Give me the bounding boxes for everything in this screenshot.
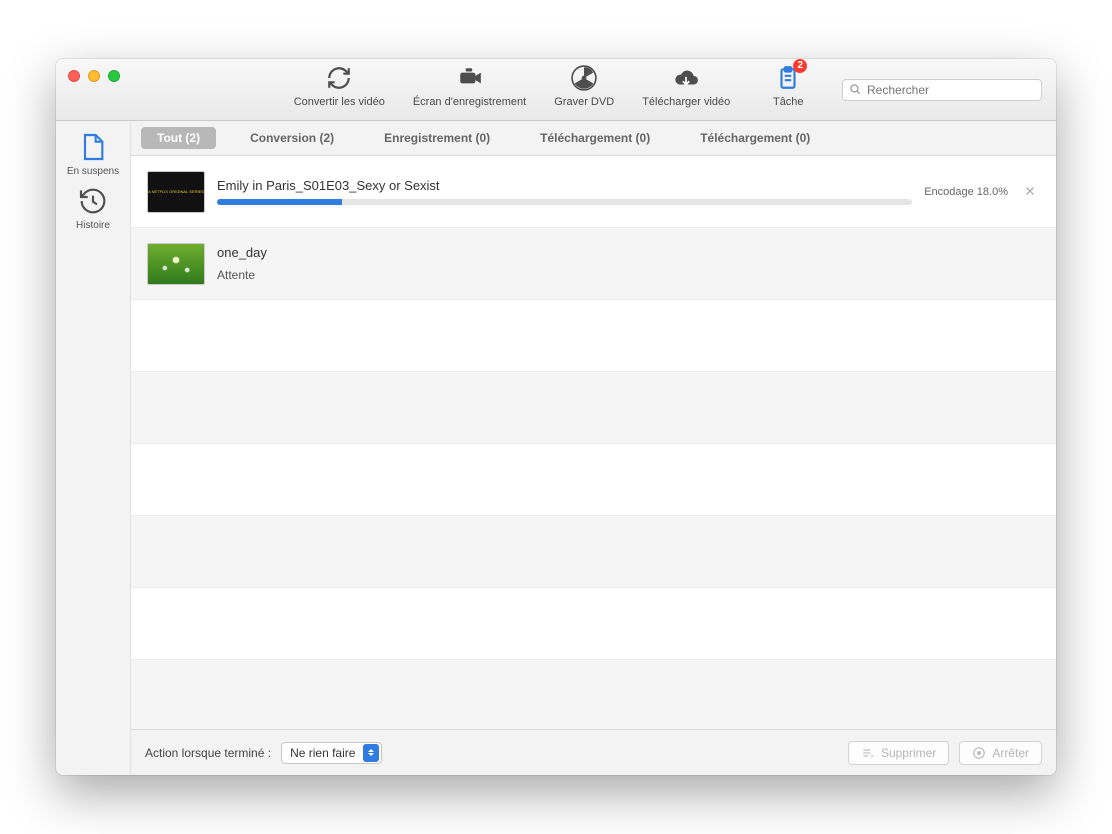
- thumbnail: A NETFLIX ORIGINAL SERIES: [147, 171, 205, 213]
- empty-row: [131, 660, 1056, 729]
- close-icon: [1024, 185, 1036, 197]
- app-window: Convertir les vidéo Écran d'enregistreme…: [56, 59, 1056, 775]
- history-icon: [77, 185, 109, 217]
- cloud-download-icon: [671, 63, 701, 93]
- empty-row: [131, 588, 1056, 660]
- sidebar: En suspens Histoire: [56, 121, 131, 775]
- empty-row: [131, 300, 1056, 372]
- cancel-task-button[interactable]: [1020, 180, 1040, 204]
- screen-record-button[interactable]: Écran d'enregistrement: [413, 63, 526, 108]
- convert-video-button[interactable]: Convertir les vidéo: [294, 63, 385, 108]
- search-input[interactable]: [842, 79, 1042, 101]
- task-substatus: Attente: [217, 268, 1040, 282]
- task-button[interactable]: 2 Tâche: [758, 63, 818, 108]
- task-status: Encodage 18.0%: [924, 186, 1008, 198]
- search-container: [842, 79, 1042, 101]
- tab-all[interactable]: Tout (2): [141, 127, 216, 149]
- file-icon: [77, 131, 109, 163]
- select-value: Ne rien faire: [290, 746, 355, 760]
- list-minus-icon: [861, 746, 875, 760]
- sidebar-item-label: En suspens: [67, 166, 119, 177]
- toolbar-label: Convertir les vidéo: [294, 96, 385, 108]
- delete-button[interactable]: Supprimer: [848, 741, 949, 765]
- progress-fill: [217, 199, 342, 205]
- footer: Action lorsque terminé : Ne rien faire S…: [131, 729, 1056, 775]
- close-window-button[interactable]: [68, 70, 80, 82]
- refresh-icon: [324, 63, 354, 93]
- task-row[interactable]: one_day Attente: [131, 228, 1056, 300]
- minimize-window-button[interactable]: [88, 70, 100, 82]
- thumbnail: [147, 243, 205, 285]
- chevron-updown-icon: [363, 744, 379, 762]
- sidebar-item-pending[interactable]: En suspens: [67, 131, 119, 177]
- progress-bar: [217, 199, 912, 205]
- tab-conversion[interactable]: Conversion (2): [234, 127, 350, 149]
- zoom-window-button[interactable]: [108, 70, 120, 82]
- window-controls: [56, 59, 132, 93]
- main-panel: Tout (2) Conversion (2) Enregistrement (…: [131, 121, 1056, 775]
- stop-button[interactable]: Arrêter: [959, 741, 1042, 765]
- sidebar-item-history[interactable]: Histoire: [76, 185, 110, 231]
- toolbar-label: Tâche: [773, 96, 804, 108]
- tab-record[interactable]: Enregistrement (0): [368, 127, 506, 149]
- task-badge: 2: [793, 59, 807, 73]
- stop-icon: [972, 746, 986, 760]
- download-video-button[interactable]: Télécharger vidéo: [642, 63, 730, 108]
- toolbar-label: Graver DVD: [554, 96, 614, 108]
- tabs: Tout (2) Conversion (2) Enregistrement (…: [131, 121, 1056, 156]
- empty-row: [131, 372, 1056, 444]
- toolbar-label: Écran d'enregistrement: [413, 96, 526, 108]
- radiation-icon: [569, 63, 599, 93]
- action-when-done-select[interactable]: Ne rien faire: [281, 742, 382, 764]
- clipboard-icon: 2: [773, 63, 803, 93]
- button-label: Arrêter: [992, 746, 1029, 760]
- action-when-done-label: Action lorsque terminé :: [145, 746, 271, 760]
- burn-dvd-button[interactable]: Graver DVD: [554, 63, 614, 108]
- tab-download-2[interactable]: Téléchargement (0): [684, 127, 826, 149]
- task-row[interactable]: A NETFLIX ORIGINAL SERIES Emily in Paris…: [131, 156, 1056, 228]
- empty-row: [131, 444, 1056, 516]
- toolbar-label: Télécharger vidéo: [642, 96, 730, 108]
- task-title: Emily in Paris_S01E03_Sexy or Sexist: [217, 178, 912, 193]
- button-label: Supprimer: [881, 746, 936, 760]
- sidebar-item-label: Histoire: [76, 220, 110, 231]
- task-list: A NETFLIX ORIGINAL SERIES Emily in Paris…: [131, 156, 1056, 729]
- titlebar: Convertir les vidéo Écran d'enregistreme…: [56, 59, 1056, 121]
- tab-download-1[interactable]: Téléchargement (0): [524, 127, 666, 149]
- task-title: one_day: [217, 245, 1040, 260]
- search-icon: [849, 83, 862, 101]
- empty-row: [131, 516, 1056, 588]
- camera-icon: [455, 63, 485, 93]
